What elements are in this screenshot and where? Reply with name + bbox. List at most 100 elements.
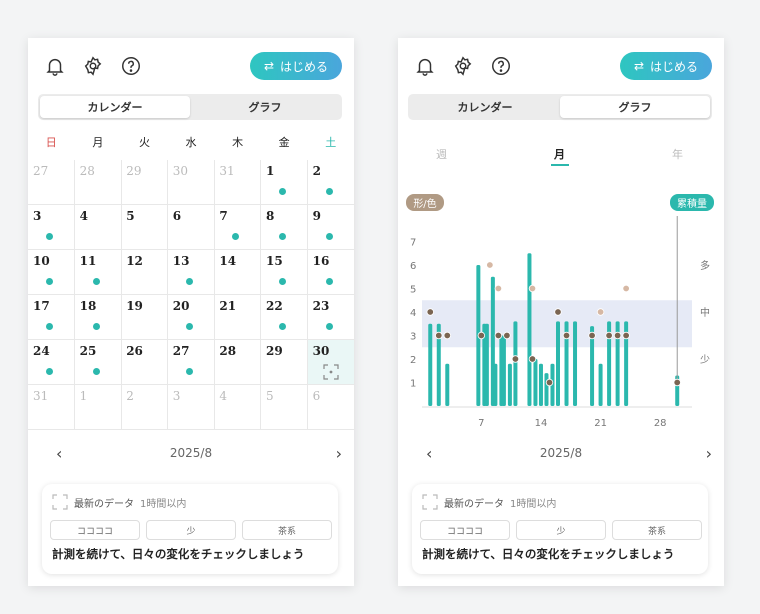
start-button[interactable]: ⇄ はじめる <box>620 52 712 80</box>
day-number: 29 <box>266 344 283 358</box>
record-dot <box>325 233 333 240</box>
calendar-day[interactable]: 3 <box>167 385 215 430</box>
calendar-day[interactable]: 6 <box>167 205 215 250</box>
record-dot <box>185 278 193 285</box>
calendar-day[interactable]: 27 <box>167 340 215 385</box>
gear-icon[interactable] <box>452 55 476 79</box>
calendar-day[interactable]: 28 <box>74 160 122 205</box>
day-number: 3 <box>172 389 181 403</box>
calendar-day[interactable]: 27 <box>28 160 75 205</box>
calendar-day[interactable]: 24 <box>28 340 75 385</box>
calendar-day[interactable]: 19 <box>121 295 169 340</box>
calendar-day[interactable]: 13 <box>167 250 215 295</box>
calendar-day[interactable]: 25 <box>74 340 122 385</box>
calendar-day[interactable]: 30 <box>167 160 215 205</box>
tab-graph[interactable]: グラフ <box>190 96 340 118</box>
calendar-day[interactable]: 1 <box>74 385 122 430</box>
gear-icon[interactable] <box>82 55 106 79</box>
period-week[interactable]: 週 <box>436 146 447 162</box>
shape-point <box>426 308 434 316</box>
day-number: 18 <box>79 299 97 313</box>
calendar-day[interactable]: 17 <box>28 295 75 340</box>
calendar-day[interactable]: 29 <box>121 160 169 205</box>
day-number: 20 <box>172 299 190 313</box>
day-number: 19 <box>126 299 143 313</box>
calendar-day[interactable]: 12 <box>121 250 169 295</box>
next-month-button[interactable]: › <box>706 444 712 463</box>
tab-graph[interactable]: グラフ <box>560 96 710 118</box>
calendar-day[interactable]: 8 <box>261 205 308 250</box>
latest-data-card[interactable]: 最新のデータ 1時間以内 ココココ 少 茶系 計測を続けて、日々の変化をチェック… <box>412 484 708 574</box>
tab-calendar[interactable]: カレンダー <box>410 96 560 118</box>
calendar-day[interactable]: 2 <box>121 385 169 430</box>
calendar-day[interactable]: 11 <box>74 250 122 295</box>
calendar-day[interactable]: 5 <box>261 385 308 430</box>
bell-icon[interactable] <box>44 55 68 79</box>
view-toggle: カレンダー グラフ <box>38 94 342 120</box>
shape-point <box>562 331 571 340</box>
record-dot <box>325 278 333 285</box>
calendar-day[interactable]: 9 <box>307 205 355 250</box>
calendar-day[interactable]: 23 <box>307 295 355 340</box>
day-number: 26 <box>126 344 143 358</box>
start-button[interactable]: ⇄ はじめる <box>250 52 342 80</box>
day-number: 1 <box>266 164 275 178</box>
month-nav: ‹ 2025/8 › <box>398 444 724 464</box>
calendar-day[interactable]: 2 <box>307 160 355 205</box>
bar <box>538 363 543 406</box>
calendar-day[interactable]: 20 <box>167 295 215 340</box>
calendar-day-today[interactable]: 30 <box>307 340 355 385</box>
calendar-day[interactable]: 10 <box>28 250 75 295</box>
bar <box>573 321 578 406</box>
shape-point <box>673 378 681 387</box>
x-tick-label: 7 <box>478 418 484 429</box>
latest-data-card[interactable]: 最新のデータ 1時間以内 ココココ 少 茶系 計測を続けて、日々の変化をチェック… <box>42 484 338 574</box>
record-dot <box>279 278 286 285</box>
calendar-day[interactable]: 28 <box>214 340 262 385</box>
calendar-day[interactable]: 3 <box>28 205 75 250</box>
calendar-day[interactable]: 21 <box>214 295 262 340</box>
record-dot <box>279 233 286 240</box>
calendar-day[interactable]: 6 <box>307 385 355 430</box>
chip-color: 茶系 <box>612 520 702 540</box>
calendar-day[interactable]: 26 <box>121 340 169 385</box>
calendar-day[interactable]: 15 <box>261 250 308 295</box>
bar <box>507 363 512 406</box>
calendar-day[interactable]: 4 <box>214 385 262 430</box>
help-icon[interactable] <box>120 55 144 79</box>
calendar-day[interactable]: 14 <box>214 250 262 295</box>
calendar-day[interactable]: 31 <box>28 385 75 430</box>
calendar-day[interactable]: 7 <box>214 205 262 250</box>
calendar-day[interactable]: 22 <box>261 295 308 340</box>
next-month-button[interactable]: › <box>336 444 342 463</box>
day-number: 2 <box>312 164 321 178</box>
period-year[interactable]: 年 <box>672 146 683 162</box>
tab-calendar[interactable]: カレンダー <box>40 96 190 118</box>
day-number: 28 <box>219 344 237 358</box>
period-month[interactable]: 月 <box>554 146 565 162</box>
bar <box>544 373 549 406</box>
help-icon[interactable] <box>490 55 514 79</box>
day-number: 29 <box>126 164 142 178</box>
day-number: 10 <box>33 254 50 268</box>
calendar-day[interactable]: 31 <box>214 160 262 205</box>
record-dot <box>92 323 100 330</box>
calendar-day[interactable]: 29 <box>261 340 308 385</box>
bell-icon[interactable] <box>414 55 438 79</box>
month-nav: ‹ 2025/8 › <box>28 444 354 464</box>
day-number: 5 <box>266 389 274 403</box>
calendar-day[interactable]: 4 <box>74 205 122 250</box>
calendar-day[interactable]: 1 <box>261 160 308 205</box>
chip-shape: ココココ <box>50 520 140 540</box>
calendar-day[interactable]: 18 <box>74 295 122 340</box>
shape-point <box>596 308 605 316</box>
y-tick-label: 3 <box>410 332 416 343</box>
shape-point <box>622 331 630 340</box>
calendar-day[interactable]: 16 <box>307 250 355 295</box>
month-label: 2025/8 <box>539 446 583 460</box>
shape-point <box>435 331 443 340</box>
calendar-day[interactable]: 5 <box>121 205 169 250</box>
y-right-label: 中 <box>700 306 710 319</box>
period-selector: 週 月 年 <box>398 146 724 170</box>
bar <box>527 253 532 406</box>
